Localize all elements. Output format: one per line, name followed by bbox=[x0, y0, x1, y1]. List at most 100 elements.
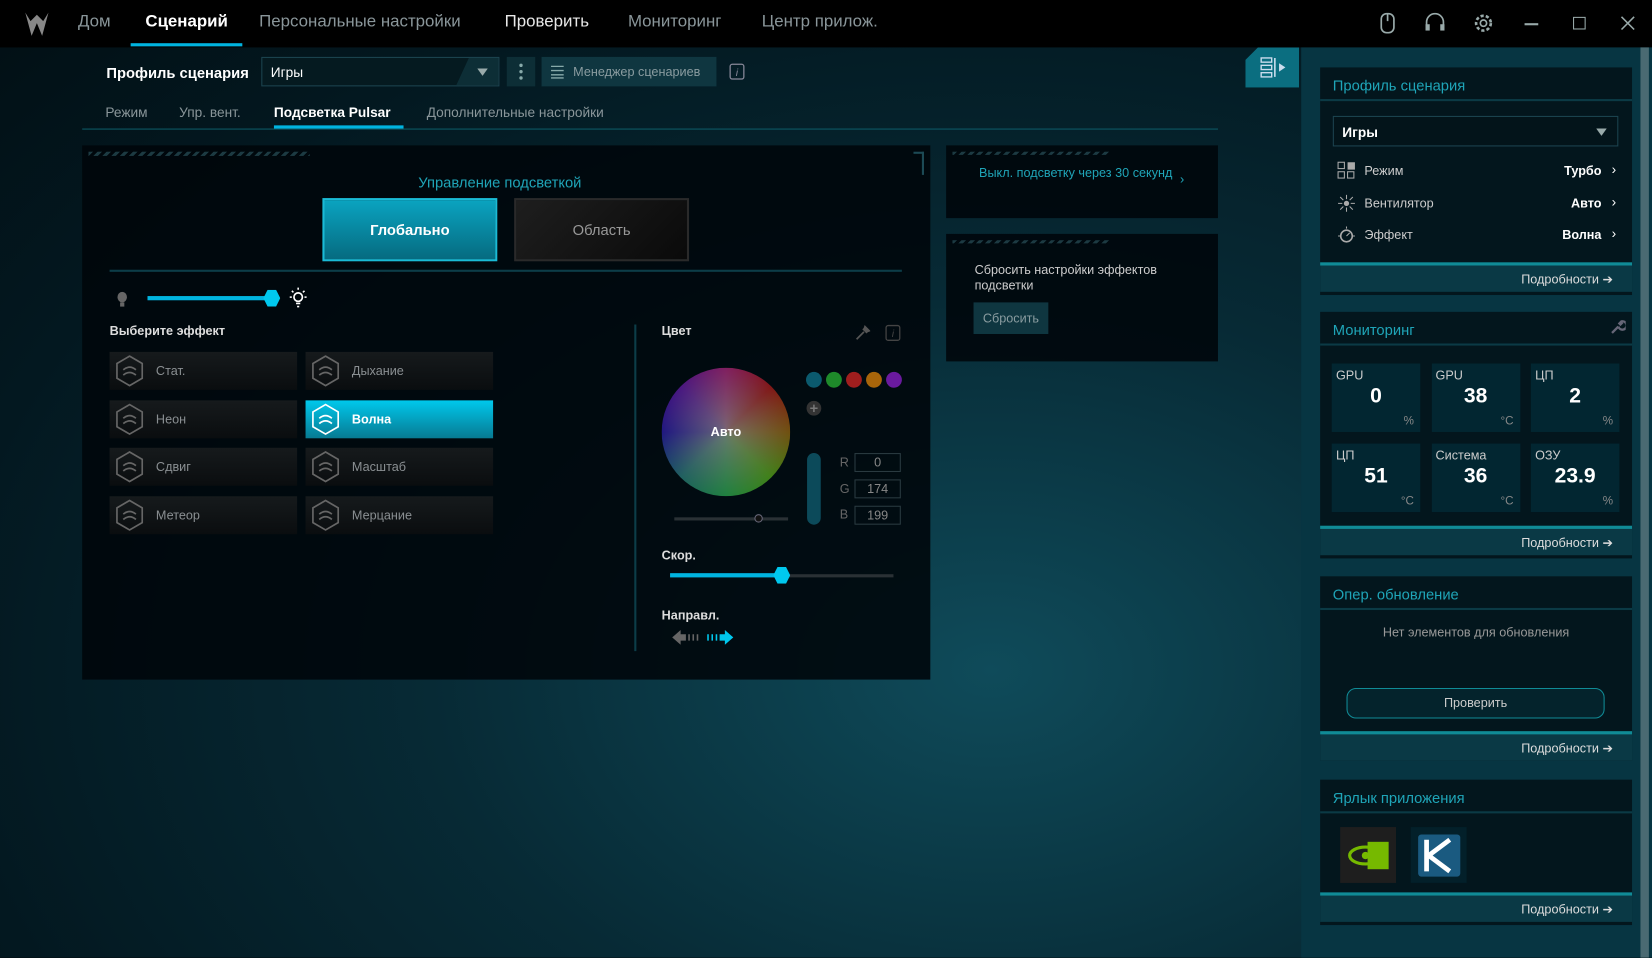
brightness-vertical-slider[interactable] bbox=[807, 453, 821, 525]
tile-label: GPU bbox=[1435, 367, 1463, 383]
fan-icon bbox=[1338, 194, 1355, 212]
b-label: B bbox=[839, 506, 849, 522]
scenario-manager-button[interactable]: Менеджер сценариев bbox=[541, 56, 717, 87]
effect-static-button[interactable]: Стат. bbox=[109, 351, 298, 390]
k-app-logo-icon bbox=[1418, 834, 1461, 877]
nav-personal[interactable]: Персональные настройки bbox=[259, 13, 460, 32]
effect-meteor-icon bbox=[116, 499, 144, 532]
effect-zoom-button[interactable]: Масштаб bbox=[305, 448, 494, 487]
reset-button[interactable]: Сбросить bbox=[973, 302, 1049, 334]
profile-row-2[interactable]: Эффект Волна › bbox=[1333, 224, 1619, 245]
effect-twinkle-button[interactable]: Мерцание bbox=[305, 496, 494, 535]
tab-mode[interactable]: Режим bbox=[105, 104, 147, 120]
global-button[interactable]: Глобально bbox=[322, 198, 498, 262]
mode-grid-icon bbox=[1337, 161, 1355, 179]
color-swatch[interactable] bbox=[886, 371, 902, 388]
color-swatch[interactable] bbox=[806, 371, 822, 388]
tile-unit: % bbox=[1602, 415, 1614, 428]
headset-icon[interactable] bbox=[1423, 12, 1446, 35]
color-info-icon[interactable]: i bbox=[885, 324, 901, 342]
saturation-slider-thumb[interactable] bbox=[754, 514, 763, 523]
select-effect-label: Выберите эффект bbox=[109, 323, 226, 339]
nav-scenario[interactable]: Сценарий bbox=[145, 13, 227, 32]
color-swatch[interactable] bbox=[846, 371, 862, 388]
tile-value: 23.9 bbox=[1554, 464, 1596, 488]
lights-off-timer-text: Выкл. подсветку через 30 секунд bbox=[979, 165, 1173, 181]
effect-zoom-icon bbox=[312, 451, 340, 483]
decor-stripes bbox=[952, 240, 1111, 244]
profile-dropdown-value: Игры bbox=[270, 64, 304, 81]
nav-active-underline bbox=[130, 43, 243, 47]
direction-right-button[interactable] bbox=[707, 629, 734, 646]
speed-label: Скор. bbox=[661, 547, 696, 563]
effect-wave-icon bbox=[312, 403, 340, 435]
predator-logo-icon bbox=[25, 12, 49, 36]
tab-fan[interactable]: Упр. вент. bbox=[179, 104, 241, 120]
nvidia-app-shortcut[interactable] bbox=[1340, 827, 1397, 883]
effect-wave-button[interactable]: Волна bbox=[305, 400, 494, 438]
effect-shift-button[interactable]: Сдвиг bbox=[109, 448, 298, 487]
brightness-slider[interactable] bbox=[147, 296, 272, 301]
profile-row-1[interactable]: Вентилятор Авто › bbox=[1333, 192, 1619, 213]
maximize-button[interactable] bbox=[1573, 16, 1586, 30]
mouse-icon[interactable] bbox=[1376, 12, 1399, 35]
g-input[interactable]: 174 bbox=[854, 479, 901, 499]
effect-label: Дыхание bbox=[351, 363, 404, 379]
tile-unit: % bbox=[1403, 415, 1414, 428]
monitoring-details-link[interactable]: Подробности ➔ bbox=[1320, 525, 1633, 556]
app-shortcut-card: Ярлык приложения Подробности ➔ bbox=[1320, 779, 1633, 926]
zone-button[interactable]: Область bbox=[514, 198, 690, 262]
profile-card-dropdown[interactable]: Игры bbox=[1332, 115, 1619, 147]
monitor-tile: ОЗУ 23.9% bbox=[1530, 443, 1620, 513]
sidebar-toggle-button[interactable] bbox=[1245, 47, 1300, 88]
shortcut-card-title: Ярлык приложения bbox=[1332, 789, 1465, 807]
check-updates-button[interactable]: Проверить bbox=[1346, 688, 1605, 719]
shortcut-details-link[interactable]: Подробности ➔ bbox=[1320, 892, 1633, 922]
k-app-shortcut[interactable] bbox=[1410, 827, 1467, 883]
profile-row-value: Турбо bbox=[1564, 163, 1602, 179]
color-swatch[interactable] bbox=[826, 371, 842, 388]
scrollbar[interactable] bbox=[1640, 47, 1649, 958]
effect-meteor-button[interactable]: Метеор bbox=[109, 496, 298, 535]
wrench-icon[interactable] bbox=[1609, 318, 1626, 335]
info-icon[interactable]: i bbox=[729, 63, 745, 80]
svg-text:i: i bbox=[892, 328, 895, 340]
direction-left-button[interactable] bbox=[671, 629, 699, 646]
tab-active-underline bbox=[273, 125, 404, 129]
profile-row-label: Вентилятор bbox=[1364, 195, 1434, 211]
nav-check[interactable]: Проверить bbox=[505, 13, 589, 32]
nav-home[interactable]: Дом bbox=[78, 13, 111, 32]
chevron-right-icon: › bbox=[1611, 225, 1617, 242]
tab-advanced[interactable]: Дополнительные настройки bbox=[427, 104, 604, 120]
tile-value: 0 bbox=[1370, 384, 1382, 408]
chevron-right-icon: › bbox=[1611, 193, 1617, 210]
global-label: Глобально bbox=[370, 221, 450, 239]
tile-unit: % bbox=[1602, 495, 1614, 508]
close-button[interactable] bbox=[1620, 16, 1635, 31]
minimize-button[interactable] bbox=[1524, 23, 1539, 25]
update-details-link[interactable]: Подробности ➔ bbox=[1320, 731, 1633, 761]
tab-pulsar-lighting[interactable]: Подсветка Pulsar bbox=[274, 104, 391, 120]
effect-breathing-button[interactable]: Дыхание bbox=[305, 351, 494, 390]
saturation-slider[interactable] bbox=[674, 517, 789, 521]
effect-neon-button[interactable]: Неон bbox=[109, 400, 298, 438]
effect-label: Метеор bbox=[155, 507, 200, 523]
lights-off-timer-card[interactable]: Выкл. подсветку через 30 секунд › bbox=[946, 145, 1218, 219]
add-color-button[interactable] bbox=[806, 400, 822, 416]
r-input[interactable]: 0 bbox=[854, 453, 901, 473]
color-wheel[interactable]: Авто bbox=[661, 367, 791, 497]
reset-effects-card: Сбросить настройки эффектов подсветки Сб… bbox=[946, 233, 1218, 362]
b-input[interactable]: 199 bbox=[854, 505, 901, 525]
effect-shift-icon bbox=[116, 451, 144, 483]
effect-label: Стат. bbox=[155, 363, 186, 379]
eyedropper-icon[interactable] bbox=[853, 325, 871, 342]
r-label: R bbox=[839, 455, 849, 470]
color-swatch[interactable] bbox=[866, 371, 882, 388]
profile-details-link[interactable]: Подробности ➔ bbox=[1320, 262, 1633, 292]
more-options-button[interactable] bbox=[506, 56, 536, 87]
profile-row-0[interactable]: Режим Турбо › bbox=[1333, 160, 1619, 181]
gear-icon[interactable] bbox=[1472, 12, 1495, 35]
nav-app-center[interactable]: Центр прилож. bbox=[762, 13, 878, 32]
nav-monitoring[interactable]: Мониторинг bbox=[628, 13, 721, 32]
profile-dropdown[interactable]: Игры bbox=[261, 56, 500, 87]
